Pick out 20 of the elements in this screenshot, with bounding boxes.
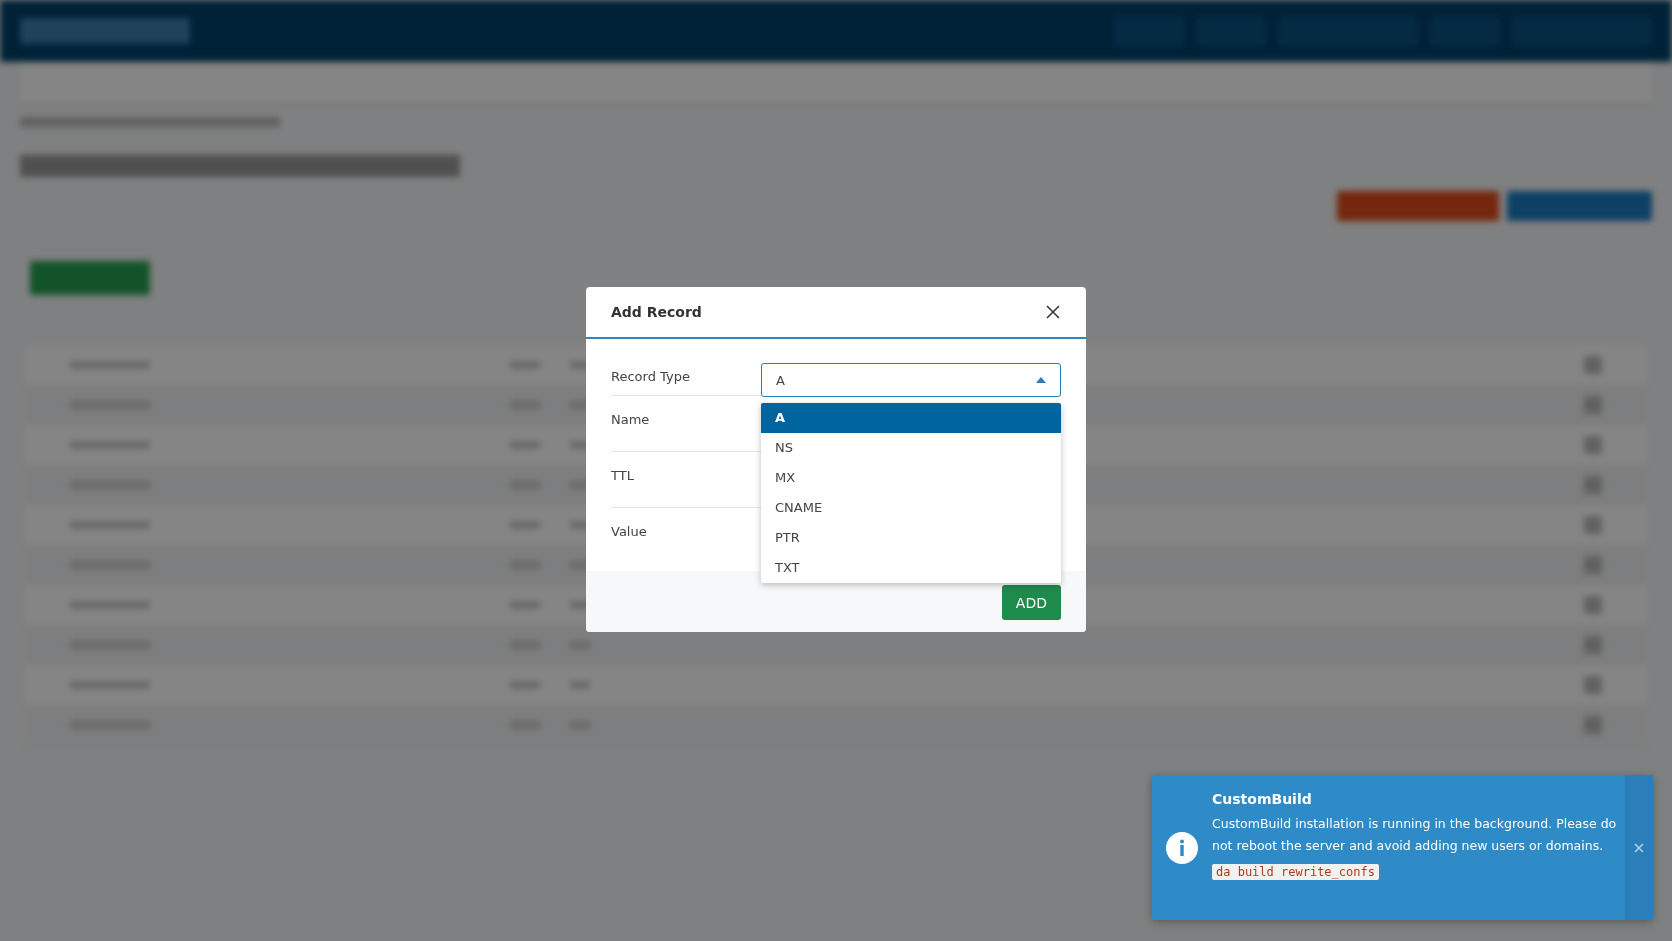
caret-icon [1036,377,1046,383]
dropdown-option[interactable]: NS [761,433,1061,463]
dropdown-option[interactable]: TXT [761,553,1061,583]
field-label: Value [611,524,648,541]
close-icon [1634,842,1644,853]
add-button[interactable]: ADD [1001,585,1061,620]
record-type-select[interactable]: A [761,363,1061,397]
dialog-title: Add Record [611,304,702,320]
notification-title: CustomBuild [1212,791,1313,807]
notification-message: CustomBuild installation is running in the background. Please do not reboot the server and avoid adding new users or domains. [1212,815,1617,855]
dropdown-option[interactable]: A [761,403,1061,433]
dropdown-option[interactable]: MX [761,463,1061,493]
info-icon [1166,831,1198,864]
field-label: Name [611,412,651,429]
command-code: da build rewrite_confs [1212,864,1379,880]
field-label: TTL [611,468,635,485]
field-label: Record Type [611,369,691,386]
dropdown-option[interactable]: CNAME [761,493,1061,523]
dropdown-option[interactable]: PTR [761,523,1061,553]
close-icon[interactable] [1045,304,1061,320]
